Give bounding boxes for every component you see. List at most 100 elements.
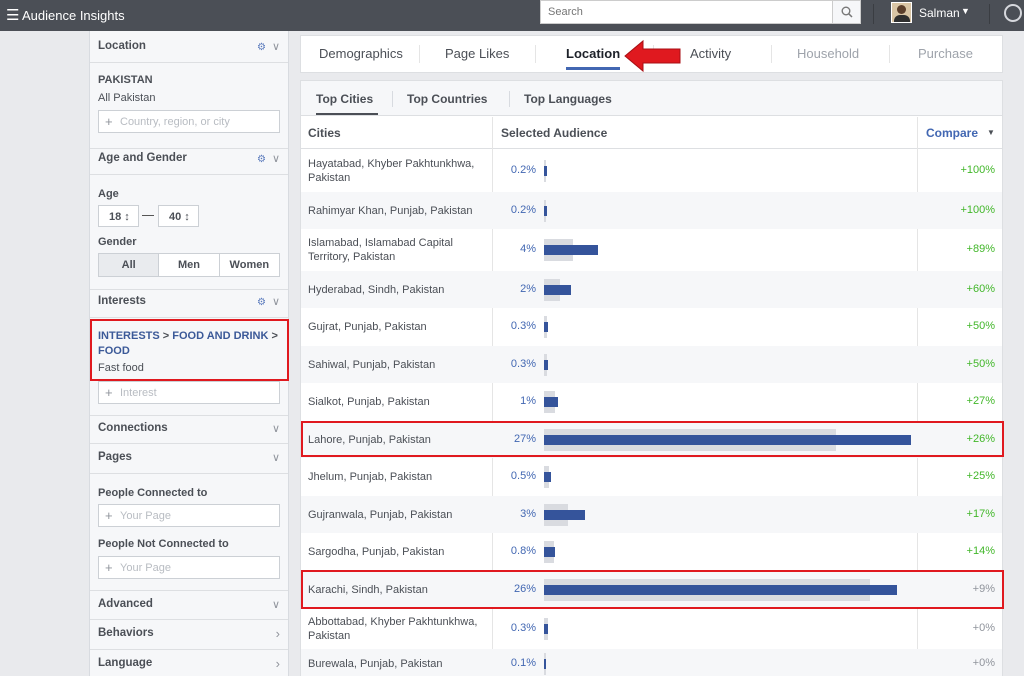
age-gender-section-title[interactable]: Age and Gender bbox=[98, 152, 187, 164]
table-row: Abbottabad, Khyber Pakhtunkhwa, Pakistan… bbox=[301, 609, 1002, 649]
table-row: Gujranwala, Punjab, Pakistan 3% +17% bbox=[301, 496, 1002, 533]
pages-section-title[interactable]: Pages bbox=[98, 451, 132, 463]
subtab-top-cities[interactable]: Top Cities bbox=[316, 92, 373, 106]
plus-icon: + bbox=[105, 508, 113, 523]
pages-not-connected-placeholder: Your Page bbox=[120, 562, 171, 574]
column-header-cities[interactable]: Cities bbox=[308, 126, 341, 140]
hamburger-menu-icon[interactable]: ☰ bbox=[6, 6, 19, 24]
pages-connected-input[interactable]: + Your Page bbox=[98, 504, 280, 527]
gender-men-button[interactable]: Men bbox=[159, 254, 220, 276]
globe-icon[interactable] bbox=[1004, 4, 1022, 22]
chevron-down-icon[interactable]: ∨ bbox=[272, 422, 280, 435]
advanced-section-title[interactable]: Advanced bbox=[98, 598, 153, 610]
tab-page-likes[interactable]: Page Likes bbox=[445, 46, 509, 61]
age-min-select[interactable]: 18 ↕ bbox=[98, 205, 139, 227]
subtab-top-countries[interactable]: Top Countries bbox=[407, 92, 487, 106]
interest-highlight-box bbox=[90, 319, 289, 381]
audience-bar[interactable] bbox=[544, 245, 598, 255]
connections-section-title[interactable]: Connections bbox=[98, 422, 168, 434]
chevron-right-icon[interactable]: › bbox=[276, 656, 280, 671]
column-header-compare[interactable]: Compare bbox=[926, 126, 978, 140]
tab-household[interactable]: Household bbox=[797, 46, 859, 61]
tab-purchase[interactable]: Purchase bbox=[918, 46, 973, 61]
compare-value: +27% bbox=[966, 395, 995, 407]
city-name: Sialkot, Punjab, Pakistan bbox=[308, 396, 430, 408]
audience-bar[interactable] bbox=[544, 284, 571, 295]
app-title: Audience Insights bbox=[22, 8, 125, 23]
section-divider bbox=[90, 62, 288, 63]
search-input[interactable] bbox=[541, 1, 831, 23]
settings-dot-icon[interactable]: ⚙ bbox=[257, 154, 266, 165]
city-name: Islamabad, Islamabad Capital Territory, … bbox=[308, 237, 453, 263]
audience-bar[interactable] bbox=[544, 472, 551, 482]
language-section-title[interactable]: Language bbox=[98, 657, 152, 669]
topbar-divider bbox=[873, 4, 874, 24]
location-value: All Pakistan bbox=[98, 92, 156, 104]
age-gender-section-controls[interactable]: ⚙ ∨ bbox=[257, 152, 280, 165]
avatar[interactable] bbox=[891, 2, 912, 23]
section-divider bbox=[90, 473, 288, 474]
audience-percent: 0.3% bbox=[510, 357, 536, 370]
chevron-down-icon[interactable]: ∨ bbox=[272, 296, 280, 308]
chevron-down-icon[interactable]: ∨ bbox=[272, 153, 280, 165]
tab-activity[interactable]: Activity bbox=[690, 46, 731, 61]
behaviors-section-title[interactable]: Behaviors bbox=[98, 627, 154, 639]
tab-demographics[interactable]: Demographics bbox=[319, 46, 403, 61]
audience-bar[interactable] bbox=[544, 165, 547, 176]
audience-percent: 3% bbox=[520, 507, 536, 520]
table-row: Islamabad, Islamabad Capital Territory, … bbox=[301, 229, 1002, 271]
audience-bar[interactable] bbox=[544, 547, 555, 557]
audience-percent: 0.3% bbox=[510, 622, 536, 634]
plus-icon: + bbox=[105, 560, 113, 575]
audience-bar[interactable] bbox=[544, 359, 548, 370]
interest-placeholder: Interest bbox=[120, 387, 157, 399]
gender-all-button[interactable]: All bbox=[99, 254, 160, 276]
location-section-title[interactable]: Location bbox=[98, 40, 146, 52]
audience-bar[interactable] bbox=[544, 205, 547, 216]
plus-icon: + bbox=[105, 385, 113, 400]
karachi-highlight-box bbox=[301, 570, 1004, 609]
gender-label: Gender bbox=[98, 236, 137, 248]
column-header-selected-audience[interactable]: Selected Audience bbox=[501, 126, 607, 140]
age-range-dash bbox=[142, 215, 154, 216]
interests-section-title[interactable]: Interests bbox=[98, 295, 146, 307]
search-button[interactable] bbox=[832, 1, 860, 23]
user-name[interactable]: Salman bbox=[919, 6, 960, 20]
audience-percent: 0.8% bbox=[510, 545, 536, 557]
chevron-down-icon[interactable]: ∨ bbox=[272, 451, 280, 464]
location-input[interactable]: + Country, region, or city bbox=[98, 110, 280, 133]
city-name: Hyderabad, Sindh, Pakistan bbox=[308, 283, 445, 296]
chevron-right-icon[interactable]: › bbox=[276, 626, 280, 641]
tab-separator bbox=[771, 45, 772, 63]
tab-location[interactable]: Location bbox=[566, 46, 620, 61]
table-row: Sahiwal, Punjab, Pakistan 0.3% +50% bbox=[301, 346, 1002, 383]
age-max-select[interactable]: 40 ↕ bbox=[158, 205, 199, 227]
interests-section-controls[interactable]: ⚙ ∨ bbox=[257, 295, 280, 308]
audience-bar[interactable] bbox=[544, 624, 548, 634]
settings-dot-icon[interactable]: ⚙ bbox=[257, 42, 266, 53]
subtab-bar: Top Cities Top Countries Top Languages bbox=[301, 81, 1002, 116]
subtab-top-languages[interactable]: Top Languages bbox=[524, 92, 612, 106]
settings-dot-icon[interactable]: ⚙ bbox=[257, 297, 266, 308]
audience-bar[interactable] bbox=[544, 397, 558, 407]
location-section-controls[interactable]: ⚙ ∨ bbox=[257, 40, 280, 53]
audience-bar[interactable] bbox=[544, 322, 548, 332]
chevron-down-icon[interactable]: ∨ bbox=[272, 598, 280, 611]
city-name: Rahimyar Khan, Punjab, Pakistan bbox=[308, 204, 473, 217]
pages-not-connected-input[interactable]: + Your Page bbox=[98, 556, 280, 579]
audience-percent: 0.5% bbox=[510, 470, 536, 482]
chevron-down-icon[interactable]: ∨ bbox=[272, 41, 280, 53]
audience-bar[interactable] bbox=[544, 509, 585, 520]
compare-value: +17% bbox=[966, 507, 995, 520]
audience-percent: 0.1% bbox=[510, 657, 536, 669]
section-divider bbox=[90, 174, 288, 175]
interest-input[interactable]: + Interest bbox=[98, 381, 280, 404]
city-name: Gujranwala, Punjab, Pakistan bbox=[308, 508, 453, 521]
location-placeholder: Country, region, or city bbox=[120, 116, 230, 128]
compare-value: +60% bbox=[966, 282, 995, 295]
table-row: Jhelum, Punjab, Pakistan 0.5% +25% bbox=[301, 458, 1002, 496]
user-menu-caret-icon[interactable]: ▼ bbox=[961, 6, 970, 16]
audience-bar[interactable] bbox=[544, 659, 546, 669]
compare-dropdown-caret-icon[interactable]: ▼ bbox=[987, 128, 995, 137]
gender-women-button[interactable]: Women bbox=[220, 254, 279, 276]
